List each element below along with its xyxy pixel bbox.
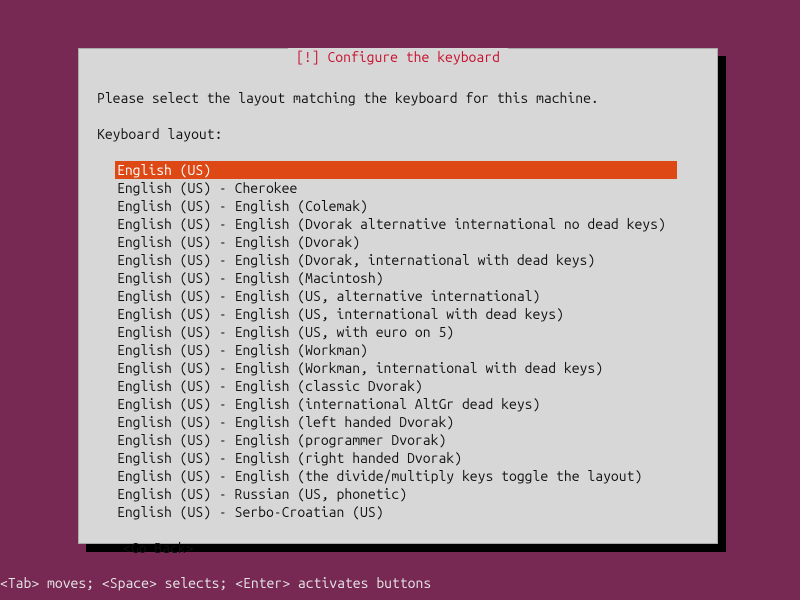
layout-option[interactable]: English (US) - English (the divide/multi… (115, 467, 677, 485)
layout-option[interactable]: English (US) (115, 161, 677, 179)
layout-option[interactable]: English (US) - English (Dvorak alternati… (115, 215, 677, 233)
layout-option[interactable]: English (US) - English (Colemak) (115, 197, 677, 215)
go-back-button[interactable]: <Go Back> (123, 539, 194, 557)
layout-label: Keyboard layout: (97, 125, 699, 143)
layout-option[interactable]: English (US) - English (Workman, interna… (115, 359, 677, 377)
layout-option[interactable]: English (US) - Cherokee (115, 179, 677, 197)
dialog-title: [!] Configure the keyboard (288, 48, 508, 66)
dialog-content: Please select the layout matching the ke… (79, 57, 717, 557)
layout-list[interactable]: English (US)English (US) - CherokeeEngli… (115, 161, 677, 521)
layout-option[interactable]: English (US) - English (international Al… (115, 395, 677, 413)
layout-option[interactable]: English (US) - English (left handed Dvor… (115, 413, 677, 431)
layout-option[interactable]: English (US) - English (Workman) (115, 341, 677, 359)
hint-bar: <Tab> moves; <Space> selects; <Enter> ac… (0, 574, 431, 592)
layout-option[interactable]: English (US) - English (Dvorak) (115, 233, 677, 251)
layout-option[interactable]: English (US) - English (US, internationa… (115, 305, 677, 323)
layout-option[interactable]: English (US) - English (Dvorak, internat… (115, 251, 677, 269)
layout-option[interactable]: English (US) - Russian (US, phonetic) (115, 485, 677, 503)
layout-option[interactable]: English (US) - English (Macintosh) (115, 269, 677, 287)
dialog-box: [!] Configure the keyboard Please select… (78, 48, 718, 544)
layout-option[interactable]: English (US) - English (programmer Dvora… (115, 431, 677, 449)
layout-option[interactable]: English (US) - English (US, with euro on… (115, 323, 677, 341)
instruction-text: Please select the layout matching the ke… (97, 89, 699, 107)
layout-option[interactable]: English (US) - Serbo-Croatian (US) (115, 503, 677, 521)
layout-option[interactable]: English (US) - English (right handed Dvo… (115, 449, 677, 467)
layout-option[interactable]: English (US) - English (classic Dvorak) (115, 377, 677, 395)
layout-option[interactable]: English (US) - English (US, alternative … (115, 287, 677, 305)
